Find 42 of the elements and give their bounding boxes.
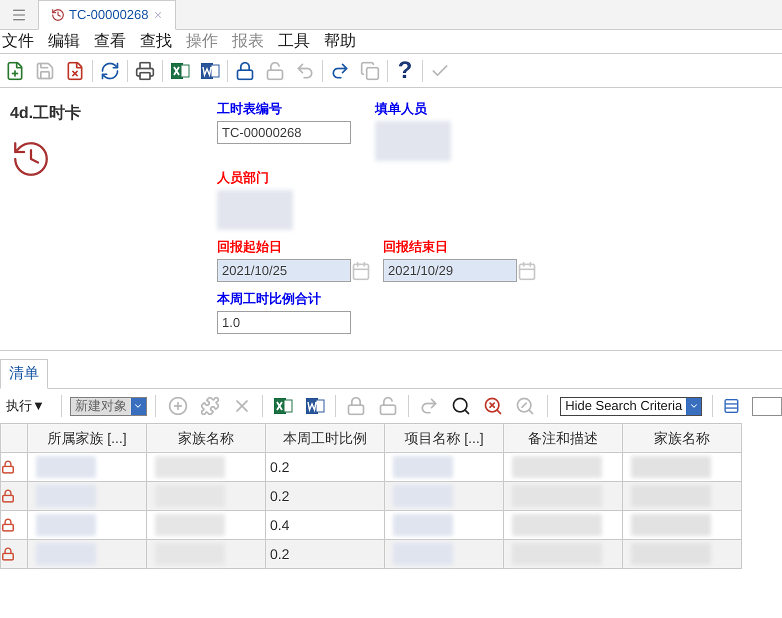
list-icon[interactable] [723,397,740,415]
menu-icon[interactable] [11,6,27,22]
column-header[interactable]: 所属家族 [...] [28,424,146,452]
date-field[interactable]: 2021/10/25 [217,259,351,282]
blurred-value [393,514,453,536]
menu-item[interactable]: 查看 [94,30,126,54]
table-cell: 0.2 [266,540,384,568]
history-icon [51,8,65,22]
date-field[interactable]: 2021/10/29 [383,259,517,282]
column-header[interactable]: 家族名称 [622,424,742,452]
menu-item[interactable]: 查找 [140,30,172,54]
close-icon [152,10,162,20]
field-label: 回报起始日 [217,238,283,256]
form-title: 4d.工时卡 [10,104,82,124]
field-label: 工时表编号 [217,100,283,118]
column-header[interactable]: 备注和描述 [504,424,622,452]
blurred-value [36,514,96,536]
column-header[interactable]: 家族名称 [146,424,266,452]
calendar-icon[interactable] [351,260,371,280]
menu-item[interactable]: 工具 [278,30,310,54]
column-header[interactable]: 本周工时比例 [266,424,384,452]
blurred-value [393,456,453,478]
blurred-value [36,456,96,478]
text-field[interactable]: 1.0 [217,311,351,334]
new-object-dropdown[interactable]: 新建对象 [70,396,147,416]
blurred-value [155,456,225,478]
text-field[interactable]: TC-00000268 [217,121,351,144]
list-tab[interactable]: 清单 [0,359,48,389]
field-label: 回报结束日 [383,238,449,256]
menu-item[interactable]: 编辑 [48,30,80,54]
calendar-icon[interactable] [517,260,537,280]
document-tab[interactable]: TC-00000268 [38,0,176,30]
field-label: 填单人员 [375,100,428,118]
menu-item[interactable]: 帮助 [324,30,356,54]
field-label: 人员部门 [217,169,270,187]
field-label: 本周工时比例合计 [217,290,322,308]
blurred-value [155,514,225,536]
column-header[interactable]: 项目名称 [...] [384,424,504,452]
execute-menu-button[interactable]: 执行▼ [6,396,57,416]
search-criteria-dropdown[interactable]: Hide Search Criteria [560,396,702,416]
menu-item[interactable]: 文件 [2,30,34,54]
input-field[interactable] [752,396,782,416]
